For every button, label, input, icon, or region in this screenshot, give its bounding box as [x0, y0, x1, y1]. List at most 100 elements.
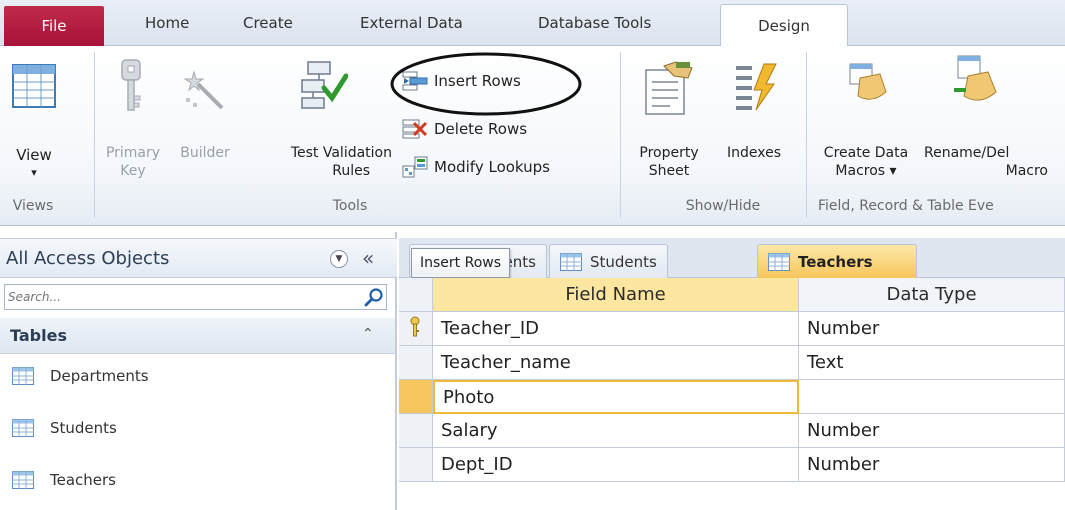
- wand-icon: [184, 70, 224, 110]
- table-icon: [12, 471, 34, 489]
- column-header-field-name[interactable]: Field Name: [433, 278, 799, 312]
- data-type-cell[interactable]: Text: [799, 346, 1065, 380]
- show-hide-group-label: Show/Hide: [685, 198, 761, 214]
- property-sheet-label-1: Property: [639, 145, 699, 161]
- indexes-label: Indexes: [726, 145, 782, 161]
- doc-tab-teachers[interactable]: Teachers: [757, 244, 917, 278]
- table-icon: [12, 367, 34, 385]
- tab-database-tools[interactable]: Database Tools: [538, 14, 651, 32]
- chevron-down-icon: ▾: [31, 166, 37, 179]
- data-type-cell[interactable]: Number: [799, 312, 1065, 346]
- nav-item-students[interactable]: Students: [0, 410, 395, 446]
- navigation-pane: All Access Objects ▼ « Tables ⌃ Departme…: [0, 232, 397, 510]
- indexes-icon: [736, 63, 777, 111]
- create-data-macros-label-2: Macros ▾: [835, 163, 897, 179]
- data-type-cell[interactable]: [799, 380, 1065, 414]
- dropdown-circle-icon[interactable]: ▼: [330, 250, 348, 268]
- datasheet-view-icon: [12, 64, 56, 108]
- delete-rows-icon: [402, 119, 428, 139]
- nav-item-label: Students: [50, 419, 117, 437]
- ribbon: View ▾ Views Primary Key Builder Test Va…: [0, 46, 1065, 226]
- ribbon-tab-bar: File Home Create External Data Database …: [0, 0, 1065, 47]
- field-name-cell[interactable]: Teacher_name: [433, 346, 799, 380]
- row-selector-selected[interactable]: [399, 380, 433, 414]
- table-icon: [768, 252, 790, 271]
- doc-tab-students[interactable]: Students: [549, 244, 668, 278]
- create-data-macros-label-1: Create Data: [823, 145, 909, 161]
- delete-rows-button[interactable]: Delete Rows: [402, 116, 527, 142]
- field-name-cell-selected[interactable]: Photo: [433, 380, 799, 414]
- property-sheet-icon: [645, 61, 693, 115]
- doc-tab-label: Teachers: [798, 252, 873, 271]
- group-divider: [94, 52, 95, 218]
- field-name-cell[interactable]: Salary: [433, 414, 799, 448]
- insert-rows-tooltip: Insert Rows: [411, 248, 511, 278]
- tables-section-header[interactable]: Tables ⌃: [0, 318, 395, 354]
- primary-key-label-1: Primary: [105, 145, 161, 161]
- test-validation-rules-button[interactable]: Test Validation Rules: [240, 50, 392, 190]
- document-area: ents Students Teachers Insert Rows Field…: [399, 232, 1065, 510]
- column-header-data-type[interactable]: Data Type: [799, 278, 1065, 312]
- nav-item-teachers[interactable]: Teachers: [0, 462, 395, 498]
- data-type-cell[interactable]: Number: [799, 448, 1065, 482]
- create-data-macros-button[interactable]: Create Data Macros ▾: [812, 50, 920, 190]
- rename-macro-icon: [954, 55, 997, 101]
- property-sheet-label-2: Sheet: [648, 163, 690, 179]
- field-name-cell[interactable]: Dept_ID: [433, 448, 799, 482]
- views-group-label: Views: [12, 198, 54, 214]
- collapse-up-icon[interactable]: ⌃: [362, 326, 374, 342]
- key-icon: [121, 59, 141, 111]
- primary-key-button[interactable]: Primary Key: [98, 50, 168, 190]
- test-validation-label-2: Rules: [332, 163, 370, 179]
- validation-check-icon: [301, 61, 348, 109]
- data-macro-icon: [849, 63, 887, 100]
- tab-external-data[interactable]: External Data: [360, 14, 463, 32]
- tab-create[interactable]: Create: [243, 14, 293, 32]
- row-selector[interactable]: [399, 414, 433, 448]
- group-divider: [806, 52, 807, 218]
- rename-delete-macro-button[interactable]: Rename/Del Macro: [920, 50, 1065, 190]
- modify-lookups-label: Modify Lookups: [434, 158, 550, 176]
- nav-header[interactable]: All Access Objects ▼ «: [0, 238, 397, 278]
- tables-section-label: Tables: [10, 326, 67, 345]
- row-selector[interactable]: [399, 346, 433, 380]
- table-icon: [560, 252, 582, 271]
- group-divider: [620, 52, 621, 218]
- builder-label: Builder: [180, 145, 230, 161]
- rename-delete-macro-label-2: Macro: [1005, 163, 1048, 179]
- tab-file[interactable]: File: [4, 6, 104, 46]
- doc-tab-label: Students: [590, 252, 657, 271]
- modify-lookups-button[interactable]: Modify Lookups: [402, 154, 550, 180]
- grid-corner: [399, 278, 433, 312]
- nav-search-box: [4, 284, 387, 310]
- table-icon: [12, 419, 34, 437]
- modify-lookups-icon: [402, 156, 428, 178]
- field-name-cell[interactable]: Teacher_ID: [433, 312, 799, 346]
- view-button[interactable]: View ▾: [2, 50, 90, 190]
- annotation-ellipse: [390, 52, 582, 116]
- collapse-pane-icon[interactable]: «: [362, 246, 374, 270]
- primary-key-icon: [410, 316, 420, 337]
- nav-title: All Access Objects: [6, 248, 170, 269]
- builder-button[interactable]: Builder: [172, 50, 238, 190]
- indexes-button[interactable]: Indexes: [710, 50, 798, 190]
- row-selector[interactable]: [399, 448, 433, 482]
- data-type-cell[interactable]: Number: [799, 414, 1065, 448]
- primary-key-label-2: Key: [120, 163, 146, 179]
- view-label: View: [16, 146, 52, 164]
- rename-delete-macro-label-1: Rename/Del: [924, 145, 1010, 161]
- tab-design[interactable]: Design: [720, 4, 848, 47]
- search-input[interactable]: [5, 285, 355, 309]
- nav-item-departments[interactable]: Departments: [0, 358, 395, 394]
- tab-home[interactable]: Home: [145, 14, 189, 32]
- property-sheet-button[interactable]: Property Sheet: [628, 50, 710, 190]
- tools-group-label: Tools: [332, 198, 368, 214]
- delete-rows-label: Delete Rows: [434, 120, 528, 138]
- test-validation-label-1: Test Validation: [290, 145, 392, 161]
- row-selector[interactable]: [399, 312, 433, 346]
- document-tabs: ents Students Teachers Insert Rows: [399, 238, 1065, 278]
- nav-item-label: Teachers: [50, 471, 116, 489]
- search-icon[interactable]: [363, 287, 385, 307]
- field-events-group-label: Field, Record & Table Eve: [818, 198, 994, 214]
- nav-item-label: Departments: [50, 367, 149, 385]
